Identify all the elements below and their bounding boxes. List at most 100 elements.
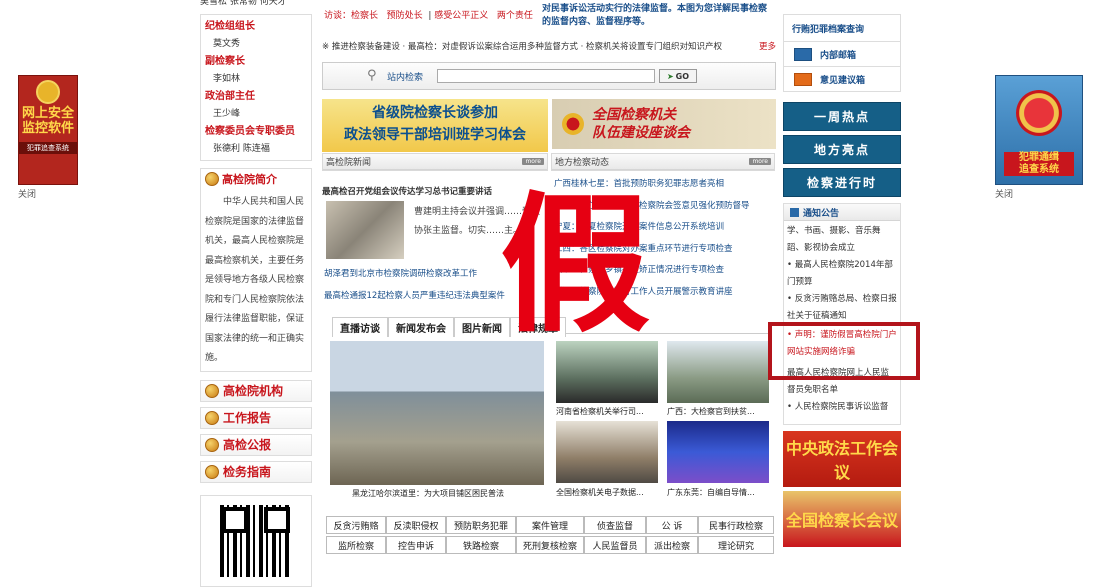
speaker-icon: ※ — [322, 42, 330, 52]
left-ad-close[interactable]: 关闭 — [18, 187, 36, 200]
section-title: 地方检察动态 — [555, 158, 610, 168]
grid-btn[interactable]: 理论研究 — [698, 536, 774, 554]
news-ticker[interactable]: ※ 推进检察装备建设 · 最高检：对虚假诉讼案综合运用多种监督方式 · 检察机关… — [322, 40, 778, 52]
banner-provincial[interactable]: 省级院检察长谈参加 政法领导干部培训班学习体会 — [322, 99, 548, 152]
leadership-list: 纪检组组长 莫文秀 副检察长 李如林 政治部主任 王少峰 检察委员会专职委员 张… — [200, 14, 312, 161]
notice-box: 通知公告 学、书画、摄影、音乐舞蹈、影视协会成立 • 最高人民检察院2014年部… — [783, 203, 901, 425]
link-justice[interactable]: 感受公平正义 — [434, 11, 488, 21]
orb-icon — [205, 464, 219, 479]
ad-footer: 犯罪追查系统 — [19, 142, 77, 154]
grid-btn[interactable]: 派出检察 — [646, 536, 698, 554]
magnifier-icon: ⚲ — [367, 68, 377, 83]
role-title: 政治部主任 — [205, 91, 255, 102]
left-nav: 高检院机构 工作报告 高检公报 检务指南 — [200, 379, 312, 483]
more-button[interactable]: more — [522, 158, 544, 165]
ad-line2: 监控软件 — [21, 121, 74, 136]
qr-box — [200, 494, 312, 587]
intro-box: 高检院简介 中华人民共和国人民检察院是国家的法律监督机关，最高人民检察院是最高检… — [200, 168, 312, 372]
grid-btn[interactable]: 公 诉 — [646, 516, 698, 534]
person-name[interactable]: 王少峰 — [205, 106, 307, 123]
photo-dongguan[interactable] — [667, 421, 769, 483]
procuratorial-progress-button[interactable]: 检察进行时 — [783, 168, 901, 197]
notice-header: 通知公告 — [784, 204, 900, 221]
notice-item[interactable]: • 人民检察院民事诉讼监督 — [787, 399, 897, 416]
photo-national[interactable] — [556, 421, 658, 483]
section-gjy-news: 高检院新闻 more — [322, 153, 548, 171]
notice-item[interactable]: • 反贪污贿赂总局、检察日报社关于征稿通知 — [787, 291, 897, 325]
right-ad-close[interactable]: 关闭 — [995, 187, 1013, 200]
photo-caption[interactable]: 黑龙江哈尔滨道里：为大项目铺区困民普法 — [352, 488, 552, 499]
mailbox-icon — [794, 72, 812, 86]
banner-procurators-conference[interactable]: 全国检察长会议 — [783, 491, 901, 547]
photo-caption[interactable]: 河南省检察机关举行司... — [556, 406, 658, 417]
grid-btn[interactable]: 民事行政检察 — [698, 516, 774, 534]
grid-btn[interactable]: 预防职务犯罪 — [446, 516, 516, 534]
notice-item[interactable]: 学、书画、摄影、音乐舞蹈、影视协会成立 — [787, 223, 897, 257]
grid-btn[interactable]: 侦查监督 — [584, 516, 646, 534]
person-name[interactable]: 李如林 — [205, 71, 307, 88]
person-name[interactable]: 莫文秀 — [205, 36, 307, 53]
weekly-hot-button[interactable]: 一周热点 — [783, 102, 901, 131]
grid-btn[interactable]: 反渎职侵权 — [386, 516, 446, 534]
photo-main[interactable] — [330, 341, 544, 485]
nav-item-guide[interactable]: 检务指南 — [200, 460, 312, 483]
grid-btn[interactable]: 死刑复核检察 — [516, 536, 584, 554]
role-title: 检察委员会专职委员 — [205, 126, 295, 137]
grid-btn[interactable]: 案件管理 — [516, 516, 584, 534]
grid-btn[interactable]: 人民监督员 — [584, 536, 646, 554]
ad-line1: 犯罪通缉 — [1019, 152, 1059, 163]
orb-icon — [205, 383, 219, 398]
right-float-ad[interactable]: 犯罪通缉 追查系统 — [995, 75, 1083, 185]
orb-icon — [205, 437, 219, 452]
procuratorate-emblem-icon — [1016, 90, 1062, 136]
envelope-icon — [794, 47, 812, 61]
photo-caption[interactable]: 全国检察机关电子数据... — [556, 487, 658, 498]
search-label: 站内检索 — [387, 73, 424, 83]
ticker-more-link[interactable]: 更多 — [759, 40, 776, 52]
grid-btn[interactable]: 监所检察 — [326, 536, 386, 554]
more-button[interactable]: more — [749, 158, 771, 165]
photo-guangxi[interactable] — [667, 341, 769, 403]
grid-btn[interactable]: 控告申诉 — [386, 536, 446, 554]
arrow-icon: ➤ — [666, 71, 674, 81]
intro-title[interactable]: 高检院简介 — [205, 171, 307, 187]
left-float-ad[interactable]: 网上安全 监控软件 犯罪追查系统 — [18, 75, 78, 185]
search-input[interactable] — [437, 69, 655, 83]
search-bar: ⚲ 站内检索 ➤ GO — [322, 62, 776, 90]
banner-political-legal-conference[interactable]: 中央政法工作会议 — [783, 431, 901, 487]
banner-team-building[interactable]: 全国检察机关 队伍建设座谈会 — [552, 99, 776, 149]
photo-caption[interactable]: 广西：大检察官到扶贫... — [667, 406, 769, 417]
link-responsibility[interactable]: 两个责任 — [497, 11, 533, 21]
role-title: 纪检组组长 — [205, 21, 255, 32]
ticker-text: 推进检察装备建设 · 最高检：对虚假诉讼案综合运用多种监督方式 · 检察机关将设… — [331, 42, 723, 52]
fake-warning-overlay: 假 — [500, 177, 651, 353]
top-links: 访谈：检察长 预防处长 | 感受公平正义 两个责任 — [324, 11, 533, 21]
local-highlights-button[interactable]: 地方亮点 — [783, 135, 901, 164]
nav-item-bulletin[interactable]: 高检公报 — [200, 433, 312, 456]
bribery-record-query[interactable]: 行贿犯罪档案查询 — [783, 14, 901, 42]
grid-btn[interactable]: 反贪污贿赂 — [326, 516, 386, 534]
orb-icon — [205, 172, 219, 186]
section-title: 高检院新闻 — [326, 158, 372, 168]
nav-item-institutions[interactable]: 高检院机构 — [200, 379, 312, 402]
leader-names-top: 吴雪松 张常韧 何天才 — [200, 0, 287, 7]
qr-code-icon[interactable] — [220, 504, 292, 577]
intro-text: 中华人民共和国人民检察院是国家的法律监督机关，最高人民检察院是最高检察机关，主要… — [205, 197, 305, 363]
top-blurb[interactable]: 对民事诉讼活动实行的法律监督。本图为您详解民事检察的监督内容、监督程序等。 — [542, 3, 770, 29]
tab-live-interview[interactable]: 直播访谈 — [332, 317, 388, 337]
notice-item[interactable]: • 最高人民检察院2014年部门预算 — [787, 257, 897, 291]
suggestion-box-link[interactable]: 意见建议箱 — [783, 67, 901, 92]
person-name[interactable]: 张德利 陈连福 — [205, 141, 307, 158]
highlight-frame — [768, 322, 920, 380]
internal-mail-link[interactable]: 内部邮箱 — [783, 42, 901, 67]
link-prevention[interactable]: 预防处长 — [387, 11, 423, 21]
nav-item-reports[interactable]: 工作报告 — [200, 406, 312, 429]
gjy-thumbnail[interactable] — [326, 201, 404, 259]
link-interview[interactable]: 访谈：检察长 — [324, 11, 378, 21]
photo-caption[interactable]: 广东东莞：自编自导情... — [667, 487, 769, 498]
grid-btn[interactable]: 铁路检察 — [446, 536, 516, 554]
tab-press-conference[interactable]: 新闻发布会 — [388, 317, 454, 337]
search-go-button[interactable]: ➤ GO — [659, 69, 697, 83]
orb-icon — [205, 410, 219, 425]
